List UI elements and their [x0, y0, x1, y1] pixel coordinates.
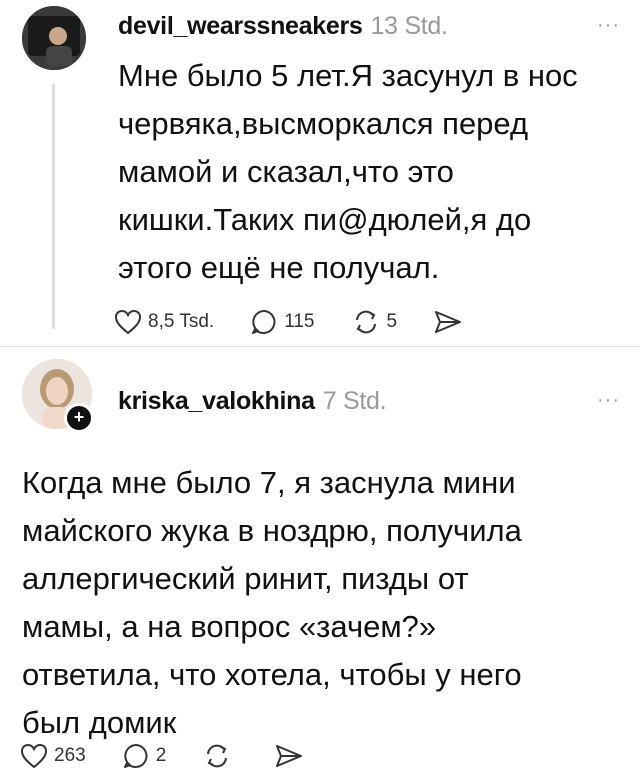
more-options-icon[interactable]: ··· [597, 389, 620, 412]
post-1: devil_wearssneakers 13 Std. ··· Мне было … [0, 0, 640, 345]
send-icon [276, 745, 303, 767]
share-button[interactable] [433, 309, 469, 335]
post-text: Когда мне было 7, я заснула мини майског… [22, 459, 522, 747]
post-line: был домик [22, 705, 177, 740]
post-line: Мне было 5 лет.Я засунул в нос [118, 58, 578, 93]
username-text[interactable]: devil_wearssneakers [118, 12, 363, 40]
heart-icon [20, 743, 48, 769]
send-icon [435, 311, 462, 333]
post-line: Когда мне было 7, я заснула мини [22, 465, 516, 500]
comment-icon [252, 310, 276, 334]
comment-count: 115 [284, 311, 315, 332]
like-button[interactable]: 8,5 Tsd. [114, 309, 214, 335]
like-count: 8,5 Tsd. [148, 311, 215, 332]
timestamp: 7 Std. [322, 387, 387, 415]
comment-count: 2 [155, 745, 167, 766]
post-line: аллергический ринит, пизды от [22, 561, 469, 596]
post-line: кишки.Таких пи@дюлей,я до [118, 202, 532, 237]
share-button[interactable] [274, 743, 310, 769]
more-options-icon[interactable]: ··· [597, 14, 620, 37]
post-actions: 263 2 [20, 742, 346, 770]
repost-count: 5 [386, 311, 398, 332]
timestamp: 13 Std. [370, 12, 448, 40]
post-line: мамы, а на вопрос «зачем?» [22, 609, 437, 644]
like-button[interactable]: 263 [20, 743, 86, 769]
avatar[interactable] [22, 6, 86, 70]
comment-icon [123, 744, 148, 768]
post-2: + kriska_valokhina 7 Std. ··· Когда мне б… [0, 347, 640, 782]
repost-icon [207, 744, 228, 768]
like-count: 263 [54, 745, 86, 766]
post-line: этого ещё не получал. [118, 250, 440, 285]
post-text: Мне было 5 лет.Я засунул в нос червяка,в… [118, 52, 578, 292]
comment-button[interactable]: 2 [122, 742, 167, 770]
thread-line [52, 84, 55, 329]
post-line: мамой и сказал,что это [118, 154, 454, 189]
username[interactable]: devil_wearssneakers 13 Std. [118, 12, 448, 41]
comment-button[interactable]: 115 [250, 308, 315, 336]
repost-icon [355, 310, 376, 334]
username-text[interactable]: kriska_valokhina [118, 387, 315, 415]
post-line: майского жука в ноздрю, получила [22, 513, 522, 548]
heart-icon [114, 309, 142, 335]
repost-button[interactable]: 5 [351, 308, 398, 336]
post-line: червяка,высморкался перед [118, 106, 529, 141]
username[interactable]: kriska_valokhina 7 Std. [118, 387, 387, 416]
follow-button[interactable]: + [64, 403, 94, 433]
repost-button[interactable] [202, 742, 238, 770]
post-actions: 8,5 Tsd. 115 5 [114, 308, 505, 336]
post-line: ответила, что хотела, чтобы у него [22, 657, 522, 692]
